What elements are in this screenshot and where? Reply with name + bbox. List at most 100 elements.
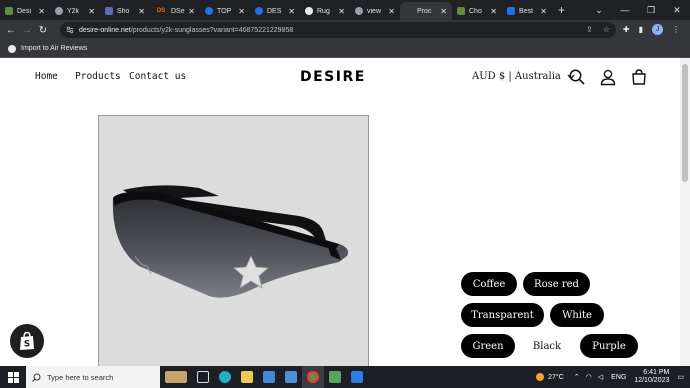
tab[interactable]: Sho ✕ [100,2,150,20]
currency-selector[interactable]: AUD $ | Australia [472,71,575,82]
reload-icon[interactable]: ↻ [35,25,51,36]
product-image[interactable] [98,115,369,366]
scrollbar-thumb[interactable] [682,64,688,182]
nav-contact[interactable]: Contact us [129,71,186,82]
variant-black-selected[interactable]: Black [521,334,573,358]
site-logo[interactable]: DESIRE [300,69,366,85]
tab[interactable]: view ✕ [350,2,400,20]
tab[interactable]: Best ✕ [502,2,552,20]
tab[interactable]: TOP ✕ [200,2,250,20]
temperature[interactable]: 27°C [548,374,564,381]
extensions-icon[interactable]: ✚ [623,25,630,34]
tab-title: Cho [469,7,482,15]
app-icon-green[interactable] [324,366,346,388]
variant-rose-red[interactable]: Rose red [523,272,590,296]
weather-icon[interactable] [536,373,545,381]
shopify-chat-button[interactable]: S [10,324,44,358]
url-text: desire-online.net/products/y2k-sunglasse… [79,27,293,34]
close-icon[interactable]: ✕ [38,7,45,16]
tab[interactable]: DES ✕ [250,2,300,20]
tab-title: view [367,7,382,15]
bookmark-item[interactable]: Import to Air Reviews [8,44,88,53]
close-icon[interactable]: ✕ [288,7,295,16]
tray-chevron-icon[interactable]: ⌃ [574,373,580,381]
tab-title: TOP [217,7,232,15]
minimize-icon[interactable]: — [612,5,638,15]
new-tab-button[interactable]: + [558,3,565,17]
restore-icon[interactable]: ❐ [638,5,664,16]
tab-title: Sho [117,7,130,15]
account-icon[interactable] [599,68,617,86]
tab[interactable]: Desi ✕ [0,2,50,20]
close-icon[interactable]: ✕ [138,7,145,16]
currency-label: AUD $ | Australia [472,71,561,82]
back-icon[interactable]: ← [3,25,19,36]
page-scrollbar[interactable] [680,58,690,366]
nav-products[interactable]: Products [75,71,121,82]
address-bar[interactable]: desire-online.net/products/y2k-sunglasse… [60,22,616,38]
bookmark-label: Import to Air Reviews [21,45,88,52]
tab[interactable]: DS DSe ✕ [150,2,200,20]
tab[interactable]: Y2k ✕ [50,2,100,20]
windows-taskbar: Type here to search 27°C ⌃ ◠ ◁ ENG 6:41 … [0,366,690,388]
variant-transparent[interactable]: Transparent [461,303,544,327]
close-icon[interactable]: ✕ [490,7,497,16]
variant-coffee[interactable]: Coffee [461,272,517,296]
close-icon[interactable]: ✕ [88,7,95,16]
chrome-icon[interactable] [302,366,324,388]
network-icon[interactable]: ◠ [586,373,592,381]
close-icon[interactable]: ✕ [188,7,195,16]
clock-time: 6:41 PM [643,369,670,376]
clock[interactable]: 6:41 PM 12/10/2023 [634,369,669,385]
variant-purple[interactable]: Purple [580,334,638,358]
close-icon[interactable]: ✕ [238,7,245,16]
tab[interactable]: Rug ✕ [300,2,350,20]
taskbar-search[interactable]: Type here to search [26,366,160,388]
tab-title: DES [267,7,282,15]
close-icon[interactable]: ✕ [338,7,345,16]
file-explorer-icon[interactable] [236,366,258,388]
window-controls: ⌄ — ❐ ✕ [586,0,690,20]
close-icon[interactable]: ✕ [388,7,395,16]
tab-search-icon[interactable]: ⌄ [586,5,612,16]
news-widget-icon[interactable] [160,366,192,388]
share-icon[interactable]: ⇪ [586,25,593,34]
language[interactable]: ENG [611,374,626,381]
side-panel-icon[interactable]: ▮ [639,25,643,34]
close-icon[interactable]: ✕ [540,7,547,16]
tab-title: Desi [17,7,32,15]
shopify-icon [105,7,113,15]
edge-icon[interactable] [214,366,236,388]
tab-title: DSe [171,7,185,15]
cart-icon[interactable] [630,68,648,86]
shopify-icon [457,7,465,15]
nav-home[interactable]: Home [35,71,58,82]
volume-icon[interactable]: ◁ [598,373,603,381]
tab-title: Proc [417,7,432,15]
tab[interactable]: Cho ✕ [452,2,502,20]
notification-icon[interactable]: ▭ [677,373,684,381]
close-window-icon[interactable]: ✕ [664,5,690,16]
menu-icon[interactable]: ⋮ [672,25,680,34]
tab-title: Rug [317,7,330,15]
tab-title: Best [519,7,534,15]
variant-white[interactable]: White [550,303,604,327]
variant-green[interactable]: Green [461,334,515,358]
store-icon[interactable] [258,366,280,388]
task-view-icon[interactable] [192,366,214,388]
tab-active[interactable]: Proc ✕ [400,2,452,20]
bookmark-star-icon[interactable]: ☆ [603,25,610,34]
mail-icon[interactable] [280,366,302,388]
forward-icon[interactable]: → [19,25,35,36]
close-icon[interactable]: ✕ [440,7,447,16]
search-icon [32,373,41,382]
url-host: desire-online.net [79,26,131,34]
search-icon[interactable] [568,68,586,86]
app-icon-blue[interactable] [346,366,368,388]
windows-start-icon[interactable] [0,366,26,388]
bookmarks-bar: Import to Air Reviews [0,40,690,58]
profile-avatar[interactable]: J [652,24,663,35]
site-info-icon[interactable] [66,26,74,34]
sunglasses-illustration [112,185,348,298]
arrow-icon [507,7,515,15]
